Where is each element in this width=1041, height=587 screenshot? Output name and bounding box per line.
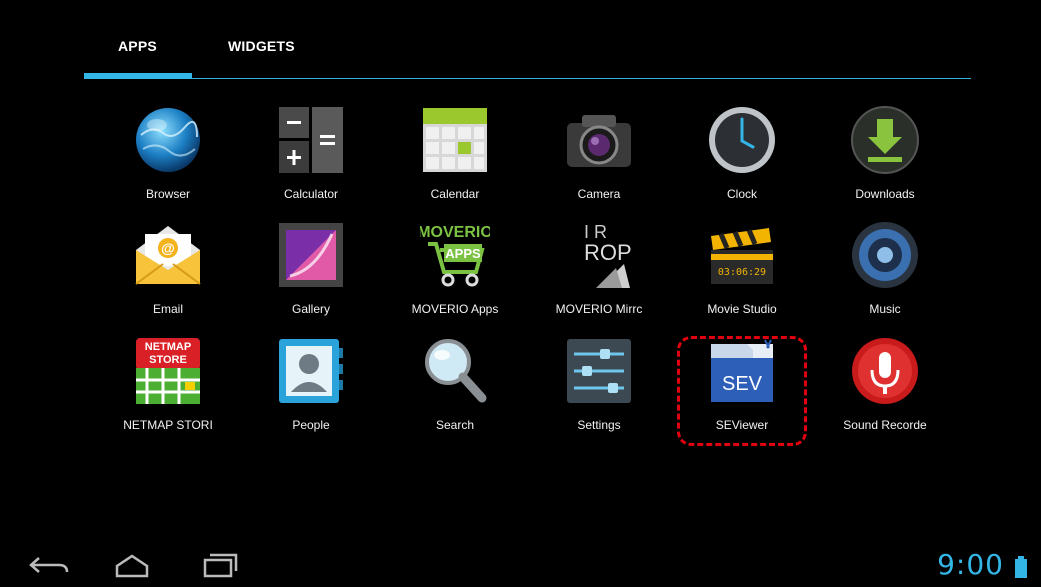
app-search[interactable]: Search — [385, 336, 525, 446]
calendar-icon — [423, 108, 487, 172]
camera-icon — [567, 115, 631, 167]
app-label: Music — [869, 302, 901, 316]
back-icon[interactable] — [25, 550, 75, 580]
icon-text: 03:06:29 — [718, 267, 766, 278]
icon-text: STORE — [149, 354, 187, 366]
app-movie-studio[interactable]: 03:06:29 Movie Studio — [672, 220, 812, 330]
icon-text: APPS — [445, 246, 481, 261]
app-people[interactable]: People — [241, 336, 381, 446]
app-label: Clock — [726, 187, 757, 201]
svg-text:@: @ — [161, 240, 175, 256]
app-label: MOVERIO Apps — [411, 302, 499, 316]
app-label: Sound Recorde — [843, 418, 927, 432]
sliders-icon — [567, 339, 631, 403]
selection-highlight — [677, 336, 807, 446]
status-time: 9:00 — [937, 548, 1004, 581]
app-grid: Browser Calculator Calendar Camera Clock… — [0, 0, 1041, 500]
app-browser[interactable]: Browser — [98, 105, 238, 215]
app-music[interactable]: Music — [815, 220, 955, 330]
app-sound-recorder[interactable]: Sound Recorde — [815, 336, 955, 446]
battery-icon — [1015, 556, 1027, 578]
icon-text: MOVERIO — [420, 224, 490, 241]
app-moverio-mirror[interactable]: I R ROP MOVERIO Mirrc — [529, 220, 669, 330]
app-label: Email — [152, 302, 183, 316]
app-label: MOVERIO Mirrc — [555, 302, 643, 316]
app-clock[interactable]: Clock — [672, 105, 812, 215]
app-label: Search — [435, 418, 475, 432]
moverio-apps-cart-icon: MOVERIO APPS — [420, 224, 490, 287]
contacts-person-icon — [279, 339, 343, 403]
app-label: NETMAP STORI — [123, 418, 213, 432]
icon-text: ROP — [584, 240, 632, 265]
app-label: Camera — [577, 187, 621, 201]
app-label: Calculator — [283, 187, 339, 201]
app-netmap-store[interactable]: NETMAP STORE NETMAP STORI — [98, 336, 238, 446]
app-label: People — [292, 418, 330, 432]
app-label: Calendar — [430, 187, 480, 201]
app-label: Settings — [577, 418, 621, 432]
gallery-picture-icon — [279, 223, 343, 287]
navigation-bar — [0, 540, 1041, 587]
browser-globe-icon — [136, 108, 200, 172]
home-icon[interactable] — [107, 550, 157, 580]
app-downloads[interactable]: Downloads — [815, 105, 955, 215]
netmap-store-icon: NETMAP STORE — [136, 338, 200, 404]
app-label: Browser — [145, 187, 190, 201]
clock-icon — [709, 107, 775, 173]
app-label: Downloads — [855, 187, 915, 201]
moverio-mirror-icon: I R ROP — [584, 222, 632, 288]
recents-icon[interactable] — [195, 550, 245, 580]
app-settings[interactable]: Settings — [529, 336, 669, 446]
app-email[interactable]: @ Email — [98, 220, 238, 330]
speaker-icon — [852, 222, 918, 288]
app-label: Gallery — [291, 302, 330, 316]
email-envelope-icon: @ — [135, 226, 201, 285]
magnifier-icon — [425, 339, 487, 403]
svg-text:I R: I R — [584, 222, 607, 242]
calculator-icon — [279, 107, 343, 173]
microphone-icon — [852, 338, 918, 404]
app-calendar[interactable]: Calendar — [385, 105, 525, 215]
app-label: Movie Studio — [707, 302, 777, 316]
clapperboard-icon: 03:06:29 — [711, 228, 773, 284]
app-camera[interactable]: Camera — [529, 105, 669, 215]
app-gallery[interactable]: Gallery — [241, 220, 381, 330]
app-calculator[interactable]: Calculator — [241, 105, 381, 215]
download-arrow-icon — [851, 106, 919, 174]
app-moverio-apps[interactable]: MOVERIO APPS MOVERIO Apps — [385, 220, 525, 330]
icon-text: NETMAP — [145, 341, 191, 353]
